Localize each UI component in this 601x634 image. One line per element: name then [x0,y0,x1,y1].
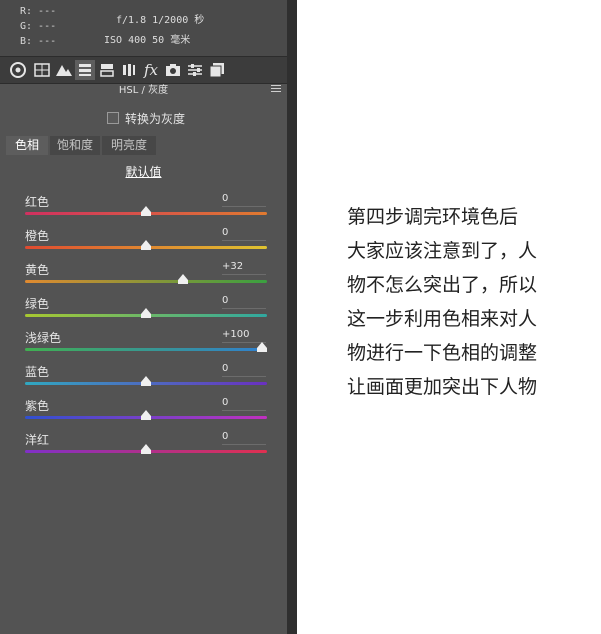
slider-row: 红色 0 [0,193,287,227]
panel-header: HSL / 灰度 [118,85,169,96]
slider-thumb-base[interactable] [141,450,151,454]
convert-grayscale-checkbox[interactable] [107,112,119,124]
slider-value-field[interactable]: 0 [222,294,266,309]
iso-focal-readout: ISO 400 50 毫米 [104,35,191,46]
annotation-text: 第四步调完环境色后 大家应该注意到了，人 物不怎么突出了，所以 这一步利用色相来… [347,200,597,404]
mountain-icon[interactable] [54,60,74,80]
convert-grayscale-label: 转换为灰度 [125,112,186,126]
annotation-line: 这一步利用色相来对人 [347,308,538,330]
lens-icon[interactable] [119,60,139,80]
annotation-line: 让画面更加突出下人物 [347,376,538,398]
tab-hue[interactable]: 色相 [6,136,48,155]
slider-value-field[interactable]: 0 [222,192,266,207]
tab-saturation[interactable]: 饱和度 [50,136,100,155]
slider-value-field[interactable]: +100 [222,328,266,343]
annotation-line: 物不怎么突出了，所以 [347,274,538,296]
slider-thumb-base[interactable] [141,212,151,216]
slider-thumb-base[interactable] [178,280,189,284]
sliders-icon[interactable] [185,60,205,80]
hsl-tabs: 色相 饱和度 明亮度 [0,136,287,156]
slider-thumb-base[interactable] [141,246,151,250]
fx-icon[interactable]: fx [141,60,161,80]
slider-thumb-base[interactable] [141,382,151,386]
panel-toolbar: fx [0,56,287,84]
slider-track[interactable] [25,348,267,351]
slider-row: 浅绿色 +100 [0,329,287,363]
slider-label: 洋红 [25,433,50,447]
slider-thumb-base[interactable] [141,416,151,420]
tab-luminance[interactable]: 明亮度 [102,136,156,155]
aperture-shutter-readout: f/1.8 1/2000 秒 [116,15,205,26]
slider-value-field[interactable]: 0 [222,430,266,445]
split-toning-icon[interactable] [97,60,117,80]
slider-value-field[interactable]: 0 [222,362,266,377]
annotation-line: 第四步调完环境色后 [347,206,519,228]
panel-menu-icon[interactable] [271,85,281,95]
grid-icon[interactable] [32,60,52,80]
slider-label: 红色 [25,195,50,209]
r-readout: R: --- [20,6,57,17]
slider-row: 橙色 0 [0,227,287,261]
slider-value-field[interactable]: 0 [222,226,266,241]
b-readout: B: --- [20,36,57,47]
default-link[interactable]: 默认值 [0,163,287,180]
slider-thumb-base[interactable] [141,314,151,318]
slider-value-field[interactable]: +32 [222,260,266,275]
hsl-panel: R: --- G: --- B: --- f/1.8 1/2000 秒 ISO … [0,0,287,634]
slider-thumb-base[interactable] [257,348,267,352]
slider-track[interactable] [25,280,267,283]
camera-icon[interactable] [163,60,183,80]
panel-border [287,0,297,634]
slider-label: 橙色 [25,229,50,243]
slider-row: 绿色 0 [0,295,287,329]
slider-row: 洋红 0 [0,431,287,465]
annotation-line: 物进行一下色相的调整 [347,342,538,364]
hsl-icon[interactable] [75,60,95,80]
annotation-line: 大家应该注意到了，人 [347,240,538,262]
slider-label: 浅绿色 [25,331,62,345]
slider-label: 蓝色 [25,365,50,379]
slider-label: 黄色 [25,263,50,277]
presets-icon[interactable] [207,60,227,80]
info-area: R: --- G: --- B: --- f/1.8 1/2000 秒 ISO … [0,0,287,56]
slider-label: 紫色 [25,399,50,413]
slider-row: 黄色 +32 [0,261,287,295]
slider-row: 蓝色 0 [0,363,287,397]
aperture-icon[interactable] [8,60,28,80]
slider-value-field[interactable]: 0 [222,396,266,411]
g-readout: G: --- [20,21,57,32]
slider-label: 绿色 [25,297,50,311]
slider-row: 紫色 0 [0,397,287,431]
